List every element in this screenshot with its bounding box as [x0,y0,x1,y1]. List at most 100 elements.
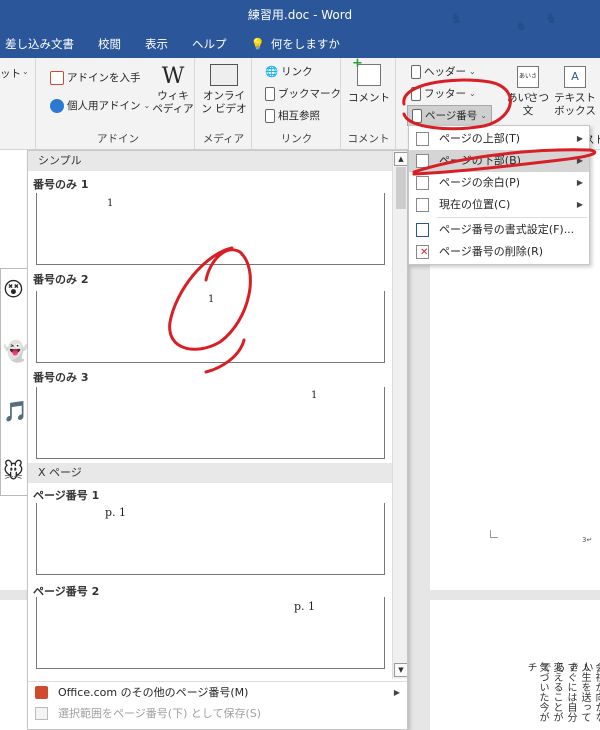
page-number-gallery: シンプル 番号のみ 1 1 番号のみ 2 1 番号のみ 3 1 X ページ ペー… [27,150,408,730]
comment-icon: + [352,57,381,86]
menu-item-label: ページの余白(P) [439,176,520,189]
online-video-label: オンライ ン ビデオ [201,90,247,115]
menu-separator [437,217,587,218]
cross-reference-button[interactable]: 相互参照 [265,108,320,123]
chevron-right-icon: ▶ [393,688,400,697]
header-label: ヘッダー [424,66,466,78]
tab-view[interactable]: 表示 [133,36,180,52]
online-video-button[interactable]: オンライ ン ビデオ [200,64,248,116]
wikipedia-button[interactable]: W ウィキ ペディア [150,64,196,116]
vertical-text-line: 気づいた今がチ [525,662,548,722]
textbox-icon: A [564,66,586,88]
scroll-up-icon[interactable]: ▲ [394,152,407,166]
get-addins-button[interactable]: アドインを入手 [50,70,141,85]
cartoon-clipart-icon: 🎵 [3,399,28,423]
chevron-right-icon: ▶ [576,156,583,165]
group-label-comment: コメント [347,133,390,145]
page-bottom-icon [416,154,429,168]
globe-link-icon: 🌐 [265,66,279,78]
page-margin-icon [416,176,429,190]
ribbon-group-comment: + コメント コメント [342,57,396,150]
bookmark-button[interactable]: ブックマーク [265,86,341,101]
gallery-list: シンプル 番号のみ 1 1 番号のみ 2 1 番号のみ 3 1 X ページ ペー… [28,151,392,679]
scroll-down-icon[interactable]: ▼ [394,663,407,677]
menu-item-label: 現在の位置(C) [439,198,511,211]
gallery-item-plain-number-1[interactable]: 1 [36,193,385,265]
cross-reference-icon [265,108,275,123]
menu-item-top-of-page[interactable]: ページの上部(T) ▶ [409,128,589,150]
window-title: 練習用.doc - Word [247,8,353,22]
page-number-label: ページ番号 [425,110,478,122]
chevron-down-icon: ⌄ [480,111,487,120]
group-label-links: リンク [280,133,313,145]
cartoon-clipart-icon: 👻 [3,339,28,363]
textbox-label: テキスト ボックス [554,92,596,117]
page-number-button[interactable]: ページ番号 ⌄ [407,105,492,126]
group-label-addins: アドイン [97,133,139,145]
greeting-button[interactable]: あいさつ あいさつ 文 [507,66,549,118]
new-comment-button[interactable]: + コメント [344,57,394,105]
clipart-panel: 😵 👻 🎵 🐭 [0,268,28,496]
gallery-section-header: X ページ [28,463,392,483]
sample-page-number: 1 [107,198,114,209]
chevron-right-icon: ▶ [576,178,583,187]
gallery-item-plain-number-3[interactable]: 1 [36,387,385,459]
save-selection-item[interactable]: 選択範囲をページ番号(下) として保存(S) [28,703,407,725]
ribbon-group-partial: ット ⌄ [0,58,36,150]
tab-review[interactable]: 校閲 [86,36,133,52]
partial-label[interactable]: ット [0,66,21,81]
scroll-thumb[interactable] [396,167,406,209]
menu-item-bottom-of-page[interactable]: ページの下部(B) ▶ [409,150,589,172]
chevron-down-icon: ⌄ [469,89,476,98]
menu-item-current-position[interactable]: 現在の位置(C) ▶ [409,194,589,216]
save-selection-label: 選択範囲をページ番号(下) として保存(S) [58,707,262,720]
ribbon-group-addins: アドインを入手 個人用アドイン ⌄ W ウィキ ペディア アドイン [42,58,195,150]
page-top-icon [416,132,429,146]
header-icon [411,64,421,79]
gallery-item-plain-number-2[interactable]: 1 [36,291,385,363]
cartoon-clipart-icon: 🐭 [3,459,24,483]
footer-label: フッター [424,88,466,100]
ribbon-group-links: 🌐 リンク ブックマーク 相互参照 リンク [253,58,341,150]
my-addins-button[interactable]: 個人用アドイン ⌄ [50,98,150,113]
get-addins-label: アドインを入手 [67,72,141,84]
gallery-item-title: 番号のみ 1 [33,178,89,191]
bookmark-label: ブックマーク [278,88,341,100]
page-mark: 3↵ [582,536,593,544]
footer-button[interactable]: フッター ⌄ [411,86,476,101]
right-page-lower: 会社が向かない 人生を送ってき すぐには自分ら 変えることがで 気づいた今がチ [430,600,600,730]
menu-item-label: ページ番号の削除(R) [439,245,544,258]
ribbon-group-media: オンライ ン ビデオ メディア [196,58,252,150]
sample-page-number: p. 1 [294,600,316,613]
gallery-item-title: 番号のみ 3 [33,371,89,384]
menu-tabs: 差し込み文書 校閲 表示 ヘルプ 💡 何をしますか [0,30,600,58]
menu-item-label: ページ番号の書式設定(F)... [439,223,575,236]
link-button[interactable]: 🌐 リンク [265,64,313,79]
gallery-item-page-x-1[interactable]: p. 1 [36,503,385,575]
menu-item-page-margins[interactable]: ページの余白(P) ▶ [409,172,589,194]
left-page-lower [0,600,28,730]
gallery-scrollbar[interactable]: ▲ ▼ [392,151,407,679]
header-button[interactable]: ヘッダー ⌄ [411,64,476,79]
store-icon [50,70,64,85]
bookmark-icon [265,86,275,101]
menu-item-label: ページの下部(B) [439,154,521,167]
menu-item-remove-page-numbers[interactable]: ✕ ページ番号の削除(R) [409,241,589,263]
tell-me-label: 何をしますか [270,37,340,51]
sample-page-number: p. 1 [105,506,127,519]
wikipedia-icon: W [161,64,185,89]
chevron-right-icon: ▶ [576,200,583,209]
tell-me-search[interactable]: 💡 何をしますか [239,36,352,52]
more-page-numbers-item[interactable]: Office.com のその他のページ番号(M) ▶ [28,681,407,703]
textbox-button[interactable]: A テキスト ボックス [550,66,600,118]
tab-mailings[interactable]: 差し込み文書 [0,36,86,52]
more-page-numbers-label: Office.com のその他のページ番号(M) [58,686,249,699]
sample-page-number: 1 [208,294,215,305]
gallery-item-title: ページ番号 1 [33,489,100,502]
menu-item-format-page-numbers[interactable]: ページ番号の書式設定(F)... [409,219,589,241]
gallery-item-page-x-2[interactable]: p. 1 [36,597,385,669]
addins-icon [50,98,64,113]
tab-help[interactable]: ヘルプ [180,36,239,52]
menu-item-label: ページの上部(T) [439,132,521,145]
video-icon [210,64,238,86]
